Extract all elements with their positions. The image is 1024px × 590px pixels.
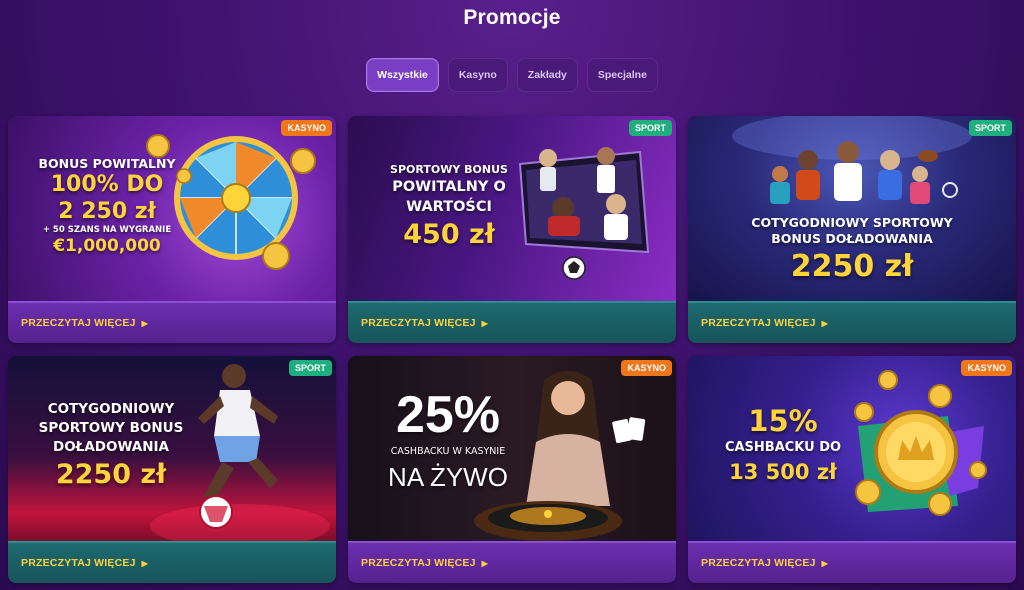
promotions-page: Promocje Wszystkie Kasyno Zakłady Specja…: [0, 0, 1024, 590]
promo-card-live-casino-cashback[interactable]: KASYNO 25% CASHBACKU W KASYNIE NA ŻYWO P…: [348, 356, 676, 583]
read-more-link[interactable]: PRZECZYTAJ WIĘCEJ ▶: [701, 317, 828, 329]
card-footer: PRZECZYTAJ WIĘCEJ ▶: [348, 301, 676, 343]
read-more-link[interactable]: PRZECZYTAJ WIĘCEJ ▶: [361, 557, 488, 569]
promo-line: 13 500 zł: [729, 460, 837, 484]
promo-headline: BONUS POWITALNY 100% DO 2 250 zł + 50 SZ…: [32, 156, 182, 258]
card-footer: PRZECZYTAJ WIĘCEJ ▶: [688, 301, 1016, 343]
page-title: Promocje: [463, 6, 561, 29]
tab-all[interactable]: Wszystkie: [366, 58, 439, 92]
category-badge: KASYNO: [961, 360, 1012, 376]
read-more-link[interactable]: PRZECZYTAJ WIĘCEJ ▶: [21, 317, 148, 329]
promo-line: SPORTOWY BONUS: [390, 163, 508, 176]
category-badge: SPORT: [628, 120, 672, 136]
promo-line: COTYGODNIOWY: [47, 401, 175, 417]
promo-line: SPORTOWY BONUS: [38, 420, 184, 436]
read-more-label: PRZECZYTAJ WIĘCEJ: [361, 317, 476, 329]
promo-line: €1,000,000: [53, 236, 161, 256]
promo-line: DOŁADOWANIA: [53, 439, 169, 455]
category-badge: KASYNO: [621, 360, 672, 376]
card-footer: PRZECZYTAJ WIĘCEJ ▶: [688, 541, 1016, 583]
play-arrow-icon: ▶: [481, 318, 488, 328]
play-arrow-icon: ▶: [821, 558, 828, 568]
read-more-link[interactable]: PRZECZYTAJ WIĘCEJ ▶: [21, 557, 148, 569]
tab-bets[interactable]: Zakłady: [516, 58, 578, 92]
card-footer: PRZECZYTAJ WIĘCEJ ▶: [8, 301, 336, 343]
promo-line: 25%: [395, 386, 501, 444]
promo-line: + 50 SZANS NA WYGRANIE: [42, 225, 172, 235]
promo-banner[interactable]: KASYNO 25% CASHBACKU W KASYNIE NA ŻYWO: [348, 356, 676, 541]
promo-line: 450 zł: [403, 219, 495, 250]
play-arrow-icon: ▶: [141, 318, 148, 328]
promo-card-weekly-sport-reload-football[interactable]: SPORT COTYGODNIOWY SPORTOWY BONUS DOŁADO…: [8, 356, 336, 583]
card-footer: PRZECZYTAJ WIĘCEJ ▶: [348, 541, 676, 583]
promo-line: 2250 zł: [790, 249, 914, 284]
promo-card-cashback[interactable]: KASYNO 15% CASHBACKU DO 13 500 zł PRZECZ…: [688, 356, 1016, 583]
promo-headline: COTYGODNIOWY SPORTOWY BONUS DOŁADOWANIA …: [36, 400, 186, 492]
play-arrow-icon: ▶: [821, 318, 828, 328]
promo-card-weekly-sport-reload[interactable]: SPORT COTYGODNIOWY SPORTOWY BONUS DOŁADO…: [688, 116, 1016, 343]
promo-card-welcome-casino[interactable]: KASYNO BONUS POWITALNY 100% DO 2 250 zł …: [8, 116, 336, 343]
promo-line: BONUS POWITALNY: [38, 156, 176, 171]
category-badge: SPORT: [288, 360, 332, 376]
play-arrow-icon: ▶: [141, 558, 148, 568]
promo-headline: SPORTOWY BONUS POWITALNY O WARTOŚCI 450 …: [384, 162, 514, 253]
promo-line: POWITALNY O: [392, 179, 506, 195]
category-tabs: Wszystkie Kasyno Zakłady Specjalne: [0, 58, 1024, 92]
promo-line: CASHBACKU DO: [724, 440, 842, 455]
read-more-label: PRZECZYTAJ WIĘCEJ: [701, 317, 816, 329]
read-more-label: PRZECZYTAJ WIĘCEJ: [701, 557, 816, 569]
promo-banner[interactable]: SPORT COTYGODNIOWY SPORTOWY BONUS DOŁADO…: [8, 356, 336, 541]
promo-line: NA ŻYWO: [388, 462, 508, 492]
promo-line: 2250 zł: [55, 459, 167, 490]
promo-line: 100% DO: [50, 172, 164, 197]
promo-card-welcome-sport[interactable]: SPORT SPORTOWY BONUS POWITALNY O WARTOŚC…: [348, 116, 676, 343]
promo-line: CASHBACKU W KASYNIE: [390, 446, 506, 457]
promo-line: COTYGODNIOWY SPORTOWY: [751, 215, 953, 230]
promo-headline: 25% CASHBACKU W KASYNIE NA ŻYWO: [378, 386, 518, 494]
promo-line: BONUS DOŁADOWANIA: [771, 231, 933, 246]
play-arrow-icon: ▶: [481, 558, 488, 568]
tab-casino[interactable]: Kasyno: [447, 58, 508, 92]
promo-line: 2 250 zł: [58, 199, 156, 224]
read-more-link[interactable]: PRZECZYTAJ WIĘCEJ ▶: [361, 317, 488, 329]
card-footer: PRZECZYTAJ WIĘCEJ ▶: [8, 541, 336, 583]
promo-banner[interactable]: SPORT SPORTOWY BONUS POWITALNY O WARTOŚC…: [348, 116, 676, 301]
promo-banner[interactable]: KASYNO BONUS POWITALNY 100% DO 2 250 zł …: [8, 116, 336, 301]
promo-headline: COTYGODNIOWY SPORTOWY BONUS DOŁADOWANIA …: [732, 215, 972, 287]
promo-banner[interactable]: SPORT COTYGODNIOWY SPORTOWY BONUS DOŁADO…: [688, 116, 1016, 301]
category-badge: KASYNO: [281, 120, 332, 136]
read-more-link[interactable]: PRZECZYTAJ WIĘCEJ ▶: [701, 557, 828, 569]
promo-line: WARTOŚCI: [406, 199, 492, 215]
category-badge: SPORT: [968, 120, 1012, 136]
promo-banner[interactable]: KASYNO 15% CASHBACKU DO 13 500 zł: [688, 356, 1016, 541]
read-more-label: PRZECZYTAJ WIĘCEJ: [361, 557, 476, 569]
read-more-label: PRZECZYTAJ WIĘCEJ: [21, 317, 136, 329]
promo-line: 15%: [748, 404, 818, 438]
tab-special[interactable]: Specjalne: [586, 58, 658, 92]
promo-headline: 15% CASHBACKU DO 13 500 zł: [718, 404, 848, 486]
read-more-label: PRZECZYTAJ WIĘCEJ: [21, 557, 136, 569]
